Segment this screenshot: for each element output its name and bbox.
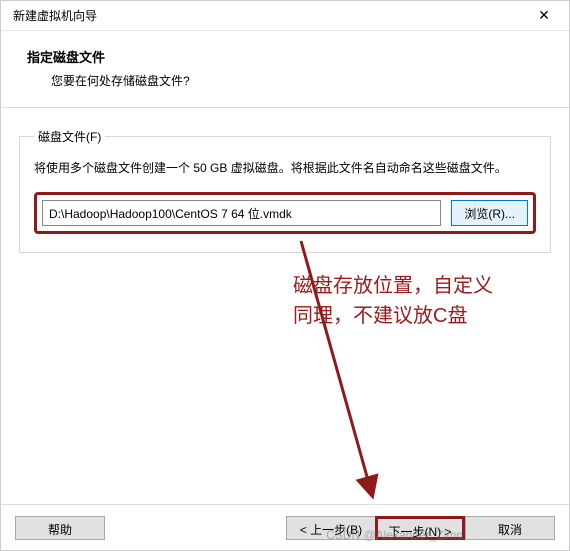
path-row: 浏览(R)...: [34, 192, 536, 234]
page-title: 指定磁盘文件: [27, 47, 543, 66]
page-subtitle: 您要在何处存储磁盘文件?: [27, 72, 543, 89]
titlebar: 新建虚拟机向导 ✕: [1, 1, 569, 31]
wizard-header: 指定磁盘文件 您要在何处存储磁盘文件?: [1, 31, 569, 107]
annotation-text: 磁盘存放位置，自定义 同理，不建议放C盘: [293, 271, 493, 331]
disk-file-group: 磁盘文件(F) 将使用多个磁盘文件创建一个 50 GB 虚拟磁盘。将根据此文件名…: [19, 128, 551, 253]
annotation-arrow-icon: [271, 231, 401, 511]
next-button[interactable]: 下一步(N) >: [375, 516, 465, 540]
footer: 帮助 < 上一步(B) 下一步(N) > 取消: [1, 504, 569, 550]
disk-path-input[interactable]: [42, 200, 441, 226]
window-title: 新建虚拟机向导: [13, 7, 97, 24]
content-area: 磁盘文件(F) 将使用多个磁盘文件创建一个 50 GB 虚拟磁盘。将根据此文件名…: [1, 108, 569, 253]
annotation-line1: 磁盘存放位置，自定义: [293, 271, 493, 301]
cancel-button[interactable]: 取消: [465, 516, 555, 540]
group-legend: 磁盘文件(F): [34, 128, 105, 145]
browse-button[interactable]: 浏览(R)...: [451, 200, 528, 226]
back-button[interactable]: < 上一步(B): [286, 516, 376, 540]
help-button[interactable]: 帮助: [15, 516, 105, 540]
group-description: 将使用多个磁盘文件创建一个 50 GB 虚拟磁盘。将根据此文件名自动命名这些磁盘…: [34, 159, 536, 178]
close-icon[interactable]: ✕: [529, 7, 559, 24]
annotation-line2: 同理，不建议放C盘: [293, 301, 493, 331]
